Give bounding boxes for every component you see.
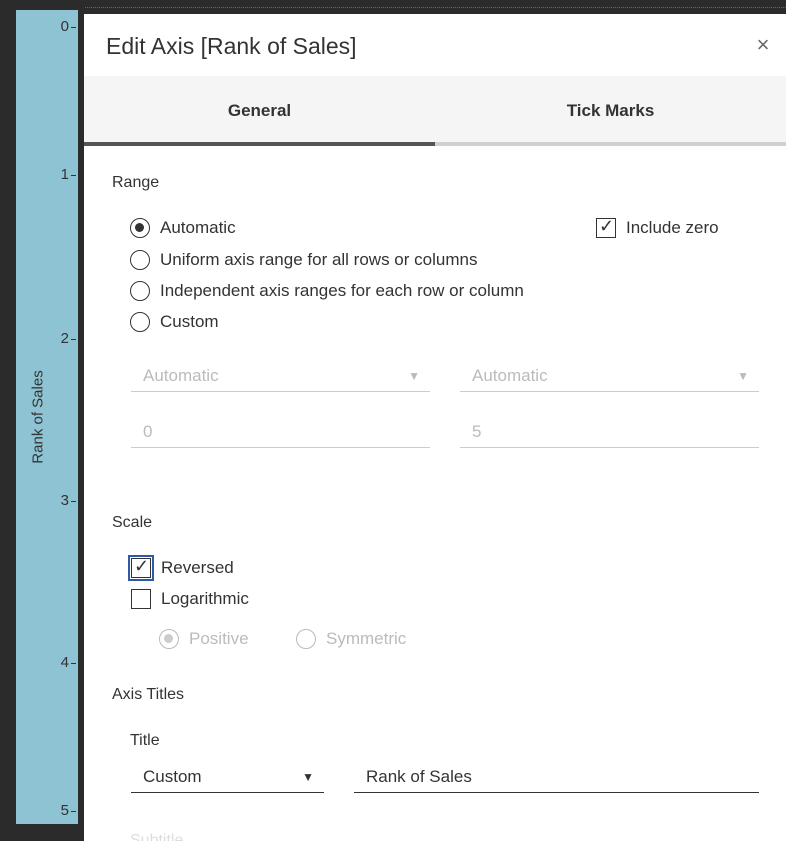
tab-tick-marks-label: Tick Marks [566, 101, 655, 120]
range-end-input[interactable]: 5 [460, 420, 759, 448]
tab-indicator [84, 142, 435, 146]
close-icon[interactable]: × [752, 34, 774, 56]
title-label: Title [130, 732, 160, 749]
radio-custom[interactable]: Custom [130, 312, 219, 332]
radio-positive[interactable]: Positive [159, 629, 249, 649]
radio-symmetric-label: Symmetric [326, 629, 407, 648]
tab-general-label: General [227, 101, 292, 120]
caret-down-icon: ▼ [408, 369, 420, 383]
include-zero-label: Include zero [626, 218, 719, 237]
tab-bar: General Tick Marks [84, 76, 786, 146]
title-mode-dropdown[interactable]: Custom ▼ [131, 765, 324, 793]
reversed-label: Reversed [161, 558, 234, 577]
caret-down-icon: ▼ [737, 369, 749, 383]
radio-symmetric[interactable]: Symmetric [296, 629, 406, 649]
range-end-value: 5 [472, 422, 482, 441]
range-start-input[interactable]: 0 [131, 420, 430, 448]
caret-down-icon: ▼ [302, 770, 314, 784]
radio-automatic[interactable]: Automatic [130, 218, 236, 238]
axis-tick: 1 [61, 166, 76, 183]
radio-automatic-label: Automatic [160, 218, 236, 237]
axis-tick: 0 [61, 18, 76, 35]
radio-button[interactable] [130, 218, 150, 238]
range-start-dropdown-value: Automatic [143, 366, 219, 385]
logarithmic-checkbox[interactable]: Logarithmic [131, 589, 249, 609]
axis-tick: 2 [61, 330, 76, 347]
range-start-dropdown[interactable]: Automatic ▼ [131, 364, 430, 392]
axis-tick: 5 [61, 802, 76, 819]
checkbox-box[interactable] [131, 589, 151, 609]
radio-button[interactable] [159, 629, 179, 649]
tab-tick-marks[interactable]: Tick Marks [435, 76, 786, 146]
top-divider [0, 0, 786, 8]
axis-tick: 3 [61, 492, 76, 509]
radio-uniform[interactable]: Uniform axis range for all rows or colum… [130, 250, 477, 270]
radio-button[interactable] [130, 281, 150, 301]
title-input-value: Rank of Sales [366, 767, 472, 786]
include-zero-checkbox[interactable]: Include zero [596, 216, 719, 238]
subtitle-label: Subtitle [130, 832, 184, 841]
axis-titles-section-title: Axis Titles [112, 686, 185, 703]
scale-section-title: Scale [112, 514, 153, 531]
title-input[interactable]: Rank of Sales [354, 765, 759, 793]
radio-button[interactable] [130, 312, 150, 332]
radio-independent[interactable]: Independent axis ranges for each row or … [130, 281, 524, 301]
range-end-dropdown-value: Automatic [472, 366, 548, 385]
range-start-value: 0 [143, 422, 153, 441]
dialog-header: Edit Axis [Rank of Sales] × [84, 14, 786, 76]
check-icon[interactable] [128, 555, 154, 581]
radio-button[interactable] [296, 629, 316, 649]
radio-independent-label: Independent axis ranges for each row or … [160, 281, 524, 300]
radio-button[interactable] [130, 250, 150, 270]
edit-axis-dialog: Edit Axis [Rank of Sales] × General Tick… [84, 14, 786, 841]
radio-positive-label: Positive [189, 629, 249, 648]
title-mode-value: Custom [143, 767, 202, 786]
axis-tick: 4 [61, 654, 76, 671]
axis-pane: Rank of Sales 0 1 2 3 4 5 [0, 0, 84, 841]
axis-title[interactable]: Rank of Sales [30, 370, 47, 463]
tab-indicator [435, 142, 786, 146]
tab-general[interactable]: General [84, 76, 435, 146]
reversed-checkbox[interactable]: Reversed [128, 555, 234, 581]
range-section-title: Range [112, 174, 160, 191]
radio-custom-label: Custom [160, 312, 219, 331]
range-end-dropdown[interactable]: Automatic ▼ [460, 364, 759, 392]
radio-uniform-label: Uniform axis range for all rows or colum… [160, 250, 478, 269]
dialog-title: Edit Axis [Rank of Sales] [106, 33, 357, 59]
axis-band [16, 10, 78, 824]
logarithmic-label: Logarithmic [161, 589, 249, 608]
check-icon[interactable] [596, 216, 616, 238]
